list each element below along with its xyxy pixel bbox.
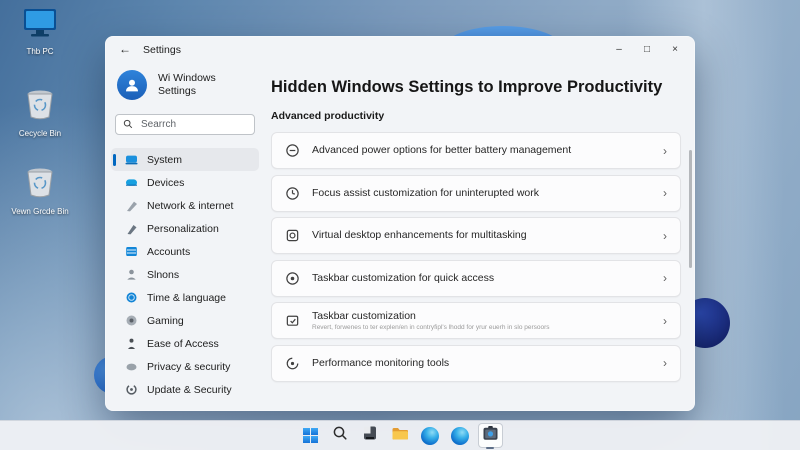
- person-icon: [125, 268, 138, 281]
- windows-logo-icon: [303, 428, 318, 443]
- sidebar-item-privacy-security[interactable]: Privacy & security: [111, 355, 259, 378]
- ease-of-access-icon: [125, 337, 138, 350]
- power-icon: [285, 143, 300, 158]
- chevron-right-icon: ›: [663, 314, 667, 328]
- card-performance-monitoring[interactable]: Performance monitoring tools ›: [271, 345, 681, 382]
- settings-cards: Advanced power options for better batter…: [271, 132, 681, 382]
- page-title: Hidden Windows Settings to Improve Produ…: [271, 78, 681, 97]
- sidebar-item-update-security[interactable]: Update & Security: [111, 378, 259, 401]
- eye-icon: [285, 271, 300, 286]
- profile[interactable]: Wi Windows Settings: [117, 70, 216, 100]
- chevron-right-icon: ›: [663, 186, 667, 200]
- window-title: Settings: [143, 44, 181, 56]
- taskbar-edge-button-2[interactable]: [448, 423, 473, 448]
- taskbar-task-view-button[interactable]: [358, 423, 383, 448]
- sidebar-item-gaming[interactable]: Gaming: [111, 309, 259, 332]
- avatar: [117, 70, 147, 100]
- section-label: Advanced productivity: [271, 110, 681, 122]
- edge-icon: [451, 427, 469, 445]
- main-content: Hidden Windows Settings to Improve Produ…: [271, 64, 681, 411]
- taskbar-start-button[interactable]: [298, 423, 323, 448]
- chevron-right-icon: ›: [663, 271, 667, 285]
- search-icon: [332, 425, 348, 446]
- desktop-icon-recycle-bin[interactable]: Cecycle Bin: [8, 86, 72, 139]
- window-check-icon: [285, 313, 300, 328]
- search-icon: [123, 116, 133, 134]
- taskbar-edge-button[interactable]: [418, 423, 443, 448]
- titlebar: ← Settings – □ ×: [105, 36, 695, 64]
- sidebar-item-devices[interactable]: Devices: [111, 171, 259, 194]
- desktop: Thb PC Cecycle Bin Vewn Grcde Bin ← Sett…: [0, 0, 800, 450]
- sidebar-item-time-language[interactable]: Time & language: [111, 286, 259, 309]
- maximize-button[interactable]: □: [633, 38, 661, 60]
- search-box: [115, 114, 255, 135]
- desktop-icon-recycle-bin-2[interactable]: Vewn Grcde Bin: [8, 164, 72, 217]
- edge-icon: [421, 427, 439, 445]
- close-button[interactable]: ×: [661, 38, 689, 60]
- sidebar-item-accounts[interactable]: Accounts: [111, 240, 259, 263]
- personalization-icon: [125, 222, 138, 235]
- sidebar-item-ease-of-access[interactable]: Ease of Access: [111, 332, 259, 355]
- back-button[interactable]: ←: [119, 42, 131, 56]
- search-input[interactable]: [139, 118, 247, 131]
- network-icon: [125, 199, 138, 212]
- gaming-icon: [125, 314, 138, 327]
- settings-app-icon: [482, 425, 499, 447]
- desktop-icon-this-pc[interactable]: Thb PC: [8, 6, 72, 57]
- desktop-icon-label: Thb PC: [8, 47, 72, 57]
- sidebar-item-network[interactable]: Network & internet: [111, 194, 259, 217]
- time-icon: [125, 291, 138, 304]
- accounts-icon: [125, 245, 138, 258]
- sidebar-item-personalization[interactable]: Personalization: [111, 217, 259, 240]
- taskbar-file-explorer-button[interactable]: [388, 423, 413, 448]
- update-icon: [125, 383, 138, 396]
- taskbar-search-button[interactable]: [328, 423, 353, 448]
- virtual-desktop-icon: [285, 228, 300, 243]
- recycle-bin-icon: [23, 187, 57, 204]
- sidebar-item-system[interactable]: System: [111, 148, 259, 171]
- scrollbar[interactable]: [689, 150, 692, 268]
- sidebar: Wi Windows Settings Sy: [105, 64, 265, 411]
- devices-icon: [125, 176, 138, 189]
- chevron-right-icon: ›: [663, 356, 667, 370]
- privacy-icon: [125, 360, 138, 373]
- card-taskbar-quick-access[interactable]: Taskbar customization for quick access ›: [271, 260, 681, 297]
- nav-list: System Devices Network & internet: [111, 148, 259, 401]
- clock-icon: [285, 186, 300, 201]
- card-virtual-desktop[interactable]: Virtual desktop enhancements for multita…: [271, 217, 681, 254]
- task-view-icon: [362, 425, 378, 446]
- taskbar-settings-button[interactable]: [478, 423, 503, 448]
- chevron-right-icon: ›: [663, 229, 667, 243]
- file-explorer-icon: [391, 425, 409, 446]
- system-icon: [125, 153, 138, 166]
- profile-name: Wi Windows Settings: [158, 72, 216, 98]
- taskbar: [0, 420, 800, 450]
- recycle-bin-icon: [23, 109, 57, 126]
- chevron-right-icon: ›: [663, 144, 667, 158]
- desktop-icon-label: Vewn Grcde Bin: [8, 207, 72, 217]
- settings-window: ← Settings – □ × Wi Windows Settings: [105, 36, 695, 411]
- performance-icon: [285, 356, 300, 371]
- card-focus-assist[interactable]: Focus assist customization for uninterup…: [271, 175, 681, 212]
- card-subtitle: Revert, forwenes to ter explen/en in con…: [312, 324, 550, 332]
- minimize-button[interactable]: –: [605, 38, 633, 60]
- this-pc-icon: [20, 27, 60, 44]
- card-advanced-power-options[interactable]: Advanced power options for better batter…: [271, 132, 681, 169]
- desktop-icon-label: Cecycle Bin: [8, 129, 72, 139]
- card-taskbar-customization[interactable]: Taskbar customization Revert, forwenes t…: [271, 302, 681, 339]
- sidebar-item-slnons[interactable]: Slnons: [111, 263, 259, 286]
